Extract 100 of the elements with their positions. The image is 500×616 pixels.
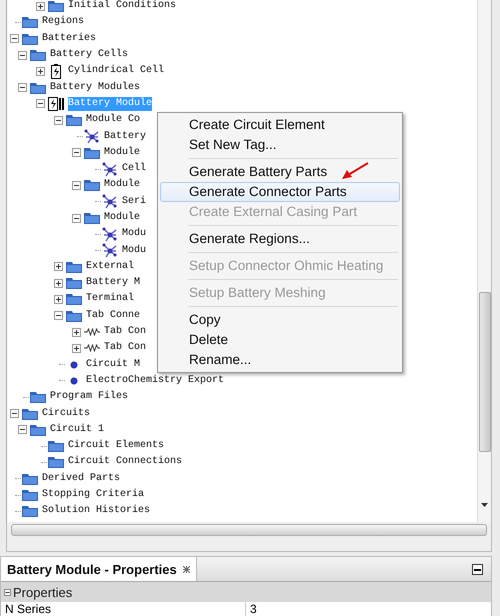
tree-item[interactable]: Modu <box>122 244 146 258</box>
tree-item[interactable]: Module <box>104 211 140 225</box>
battery-icon <box>51 64 61 79</box>
folder-icon <box>66 277 82 290</box>
expand-icon[interactable] <box>36 66 44 76</box>
scroll-down-icon[interactable] <box>481 503 488 507</box>
section-header[interactable]: Properties <box>1 582 491 602</box>
expand-icon[interactable] <box>36 2 44 11</box>
collapse-icon[interactable] <box>18 50 26 60</box>
dot-icon <box>70 360 78 369</box>
folder-icon <box>22 489 38 502</box>
tree-item[interactable]: Tab Con <box>104 341 146 356</box>
collapse-icon[interactable] <box>72 214 80 222</box>
tree-item[interactable]: Regions <box>42 15 84 30</box>
folder-icon <box>22 32 38 45</box>
folder-icon <box>66 293 82 306</box>
tree-item[interactable]: External <box>86 260 134 274</box>
expand-icon[interactable] <box>72 328 80 337</box>
folder-icon <box>84 146 100 159</box>
tree-item[interactable]: Module <box>104 178 140 192</box>
folder-icon <box>22 472 38 485</box>
collapse-icon[interactable] <box>54 116 62 125</box>
tree-item[interactable]: Solution Histories <box>42 504 150 518</box>
folder-icon <box>84 179 100 192</box>
properties-tab[interactable]: Battery Module - Properties <box>1 557 197 581</box>
menu-item[interactable]: Rename... <box>160 350 400 370</box>
property-name: N Series <box>1 602 246 616</box>
expand-icon[interactable] <box>54 294 62 304</box>
tree-item[interactable]: Initial Conditions <box>68 0 176 14</box>
menu-item[interactable]: Generate Regions... <box>160 229 400 249</box>
tree-item[interactable]: Derived Parts <box>42 472 120 486</box>
folder-icon <box>30 424 46 436</box>
tree-item[interactable]: Cell <box>122 162 146 176</box>
folder-icon <box>22 408 38 420</box>
collapse-icon[interactable] <box>10 409 18 418</box>
collapse-icon[interactable] <box>4 588 11 596</box>
battery-icon <box>48 96 64 112</box>
tree-item[interactable]: ElectroChemistry Export <box>86 374 224 388</box>
tree-item[interactable]: Circuit Connections <box>68 455 182 470</box>
scrollbar-thumb[interactable] <box>479 292 491 452</box>
menu-item[interactable]: Create Circuit Element <box>160 115 400 135</box>
folder-icon <box>30 391 46 404</box>
tree-item[interactable]: Battery M <box>86 276 140 290</box>
expand-icon[interactable] <box>54 262 62 272</box>
network-icon <box>102 226 118 242</box>
folder-icon <box>22 16 38 28</box>
section-label: Properties <box>13 584 72 600</box>
tree-item[interactable]: Module <box>104 146 140 160</box>
arrow-annotation <box>340 162 370 182</box>
tree-item[interactable]: Circuit 1 <box>50 422 104 437</box>
resistor-icon <box>84 328 100 336</box>
network-icon <box>84 129 100 144</box>
horizontal-scrollbar[interactable] <box>11 524 487 536</box>
collapse-icon[interactable] <box>18 425 26 434</box>
collapse-icon[interactable] <box>36 99 44 108</box>
tree-item[interactable]: Stopping Criteria <box>42 488 144 502</box>
folder-icon <box>30 49 46 62</box>
folder-icon <box>66 114 82 126</box>
menu-item[interactable]: Delete <box>160 330 400 350</box>
tree-item[interactable]: Seri <box>122 194 146 209</box>
menu-item[interactable]: Generate Connector Parts <box>160 182 400 202</box>
menu-item[interactable]: Copy <box>160 310 400 330</box>
expand-icon[interactable] <box>54 278 62 288</box>
tree-item[interactable]: Batteries <box>42 32 96 46</box>
folder-icon <box>48 440 64 452</box>
vertical-scrollbar[interactable] <box>477 0 491 522</box>
tree-item[interactable]: Program Files <box>50 390 128 404</box>
tree-item[interactable]: Modu <box>122 227 146 242</box>
dot-icon <box>70 376 78 385</box>
tree-item[interactable]: Battery Modules <box>50 80 140 95</box>
tree-item[interactable]: Cylindrical Cell <box>68 64 164 78</box>
collapse-icon[interactable] <box>54 311 62 320</box>
tree-item[interactable]: Tab Conne <box>86 308 140 323</box>
tree-item[interactable]: Terminal <box>86 292 134 306</box>
collapse-icon[interactable] <box>10 34 18 44</box>
tree-item[interactable]: Circuits <box>42 406 90 421</box>
minimize-icon[interactable] <box>472 564 483 574</box>
menu-item[interactable]: Generate Battery Parts <box>160 162 400 182</box>
panel-title: Battery Module - Properties <box>7 562 177 576</box>
tree-item[interactable]: Battery Cells <box>50 48 128 62</box>
collapse-icon[interactable] <box>72 180 80 190</box>
resistor-icon <box>84 344 100 352</box>
tree-item[interactable]: Circuit Elements <box>68 439 164 454</box>
folder-icon <box>66 310 82 322</box>
network-icon <box>102 243 118 258</box>
folder-icon <box>48 456 64 468</box>
menu-item[interactable]: Set New Tag... <box>160 135 400 155</box>
collapse-icon[interactable] <box>18 83 26 92</box>
network-icon <box>102 162 118 177</box>
folder-icon <box>48 0 64 12</box>
tree-item[interactable]: Tab Con <box>104 325 146 340</box>
property-value[interactable]: 3 <box>246 602 257 616</box>
close-icon[interactable] <box>182 566 190 572</box>
tree-item[interactable]: Circuit M <box>86 358 140 372</box>
tree-item[interactable]: Battery <box>104 130 146 144</box>
folder-icon <box>22 505 38 518</box>
expand-icon[interactable] <box>72 344 80 353</box>
collapse-icon[interactable] <box>72 148 80 158</box>
tree-item[interactable]: Module Co <box>86 113 140 128</box>
folder-icon <box>30 82 46 94</box>
